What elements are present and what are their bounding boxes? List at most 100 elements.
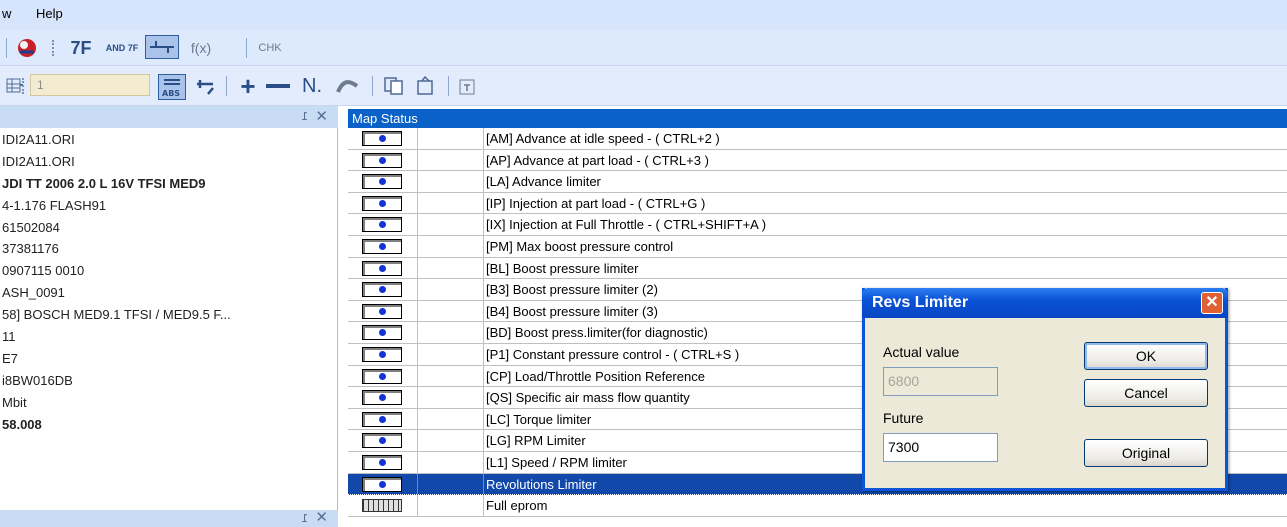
map-row-status-cell xyxy=(348,214,418,235)
dialog-title-bar[interactable]: Revs Limiter ✕ xyxy=(862,288,1228,318)
project-info-list: IDI2A11.ORI IDI2A11.ORI JDI TT 2006 2.0 L … xyxy=(0,129,338,435)
plus-icon[interactable]: + xyxy=(236,71,260,101)
menu-window[interactable]: w xyxy=(2,6,11,21)
toolbar-secondary: 1 ABS + N. xyxy=(0,66,1287,106)
map-status-header: Map Status xyxy=(348,109,1287,128)
map-row-label: [B4] Boost pressure limiter (3) xyxy=(486,303,658,319)
copy-icon[interactable] xyxy=(380,74,408,98)
map-row[interactable]: [BL] Boost pressure limiter xyxy=(348,257,1287,280)
and-7f-button[interactable]: AND 7F xyxy=(105,34,139,62)
map-row-label: [PM] Max boost pressure control xyxy=(486,238,674,254)
map-row-label: [IP] Injection at part load - ( CTRL+G ) xyxy=(486,195,706,211)
map-row-status-cell xyxy=(348,149,418,171)
project-info-row: 11 xyxy=(2,329,16,345)
map-row[interactable]: [IX] Injection at Full Throttle - ( CTRL… xyxy=(348,214,1287,236)
project-info-row: JDI TT 2006 2.0 L 16V TFSI MED9 xyxy=(2,175,206,191)
minus-icon[interactable] xyxy=(264,74,292,98)
menu-bar: w Help xyxy=(0,0,1287,30)
map-row[interactable]: [AM] Advance at idle speed - ( CTRL+2 ) xyxy=(348,128,1287,150)
status-dot-icon xyxy=(362,368,402,384)
status-dot-icon xyxy=(362,195,402,211)
panel-header: ߁ ✕ xyxy=(0,106,338,128)
map-row-spacer-cell xyxy=(418,473,484,495)
page-number-input[interactable]: 1 xyxy=(30,74,150,96)
toolbar-separator xyxy=(226,76,227,96)
map-row-status-cell xyxy=(348,430,418,451)
normalize-button[interactable]: N. xyxy=(297,74,327,98)
status-dot-icon xyxy=(362,238,402,254)
map-row-status-cell xyxy=(348,473,418,495)
globe-icon[interactable] xyxy=(14,36,40,60)
status-dot-icon xyxy=(362,260,402,276)
toolbar-primary: 7F AND 7F f(x) CHK xyxy=(0,30,1287,66)
map-row[interactable]: Full eprom xyxy=(348,495,1287,517)
map-row[interactable]: [IP] Injection at part load - ( CTRL+G ) xyxy=(348,192,1287,215)
percent-edit-icon[interactable] xyxy=(192,74,218,100)
properties-icon[interactable] xyxy=(456,76,478,98)
map-row-label: [AM] Advance at idle speed - ( CTRL+2 ) xyxy=(486,131,720,146)
close-icon[interactable]: ✕ xyxy=(315,107,328,125)
status-dot-icon xyxy=(362,217,402,233)
map-row-label: [LC] Torque limiter xyxy=(486,411,592,427)
project-info-row: 37381176 xyxy=(2,241,59,257)
project-info-row: i8BW016DB xyxy=(2,372,73,388)
project-info-row: 4-1.176 FLASH91 xyxy=(2,197,107,213)
toolbar-separator xyxy=(448,76,449,96)
map-row-spacer-cell xyxy=(418,387,484,408)
map-row-spacer-cell xyxy=(418,300,484,322)
smooth-icon[interactable] xyxy=(333,74,363,98)
map-row-status-cell xyxy=(348,300,418,322)
map-row-spacer-cell xyxy=(418,128,484,149)
map-row-label: [CP] Load/Throttle Position Reference xyxy=(486,368,705,384)
toolbar-grip[interactable] xyxy=(52,40,55,56)
map-row-status-cell xyxy=(348,128,418,149)
map-row-status-cell xyxy=(348,343,418,365)
map-row-spacer-cell xyxy=(418,451,484,473)
map-row-label: [BD] Boost press.limiter(for diagnostic) xyxy=(486,325,708,341)
abs-button[interactable]: ABS xyxy=(158,74,186,100)
map-row-label: Full eprom xyxy=(486,498,548,514)
future-label: Future xyxy=(883,410,924,426)
map-row-status-cell xyxy=(348,171,418,192)
function-button[interactable]: f(x) xyxy=(182,36,220,60)
project-info-row: 61502084 xyxy=(2,219,60,235)
project-info-row: 58] BOSCH MED9.1 TFSI / MED9.5 F... xyxy=(2,307,231,323)
original-button[interactable]: Original xyxy=(1084,439,1208,467)
map-row-status-cell xyxy=(348,235,418,257)
future-value-input[interactable]: 7300 xyxy=(883,433,998,462)
map-row-label: [LA] Advance limiter xyxy=(486,174,601,190)
status-dot-icon xyxy=(362,476,402,492)
ok-button[interactable]: OK xyxy=(1084,342,1208,370)
map-row[interactable]: [AP] Advance at part load - ( CTRL+3 ) xyxy=(348,149,1287,172)
hex-7f-button[interactable]: 7F xyxy=(62,36,100,60)
map-row-spacer-cell xyxy=(418,343,484,365)
pin-icon[interactable]: ߁ xyxy=(301,110,308,123)
pin-icon[interactable]: ߁ xyxy=(301,512,308,525)
close-icon[interactable]: ✕ xyxy=(1201,292,1223,314)
status-dot-icon xyxy=(362,325,402,341)
toolbar-separator xyxy=(246,38,247,58)
plus-minus-button[interactable] xyxy=(145,35,179,59)
map-row-status-cell xyxy=(348,451,418,473)
project-info-row: Mbit xyxy=(2,394,27,410)
checksum-button[interactable]: CHK xyxy=(252,36,288,60)
status-dot-icon xyxy=(362,174,402,190)
map-row-status-cell xyxy=(348,365,418,387)
dialog-title: Revs Limiter xyxy=(872,294,969,311)
map-row[interactable]: [PM] Max boost pressure control xyxy=(348,235,1287,258)
status-dot-icon xyxy=(362,282,402,298)
grid-icon xyxy=(362,499,402,513)
close-icon[interactable]: ✕ xyxy=(315,508,328,526)
map-row[interactable]: [LA] Advance limiter xyxy=(348,171,1287,193)
toolbar-grip[interactable] xyxy=(22,78,25,94)
status-dot-icon xyxy=(362,433,402,449)
status-dot-icon xyxy=(362,303,402,319)
map-row-label: [LG] RPM Limiter xyxy=(486,433,586,449)
paste-icon[interactable] xyxy=(412,74,440,98)
map-row-label: Revolutions Limiter xyxy=(486,476,597,492)
project-info-row: 0907115 0010 xyxy=(2,263,85,279)
map-row-label: [IX] Injection at Full Throttle - ( CTRL… xyxy=(486,217,767,233)
menu-help[interactable]: Help xyxy=(36,6,63,21)
map-row-spacer-cell xyxy=(418,495,484,516)
cancel-button[interactable]: Cancel xyxy=(1084,379,1208,407)
